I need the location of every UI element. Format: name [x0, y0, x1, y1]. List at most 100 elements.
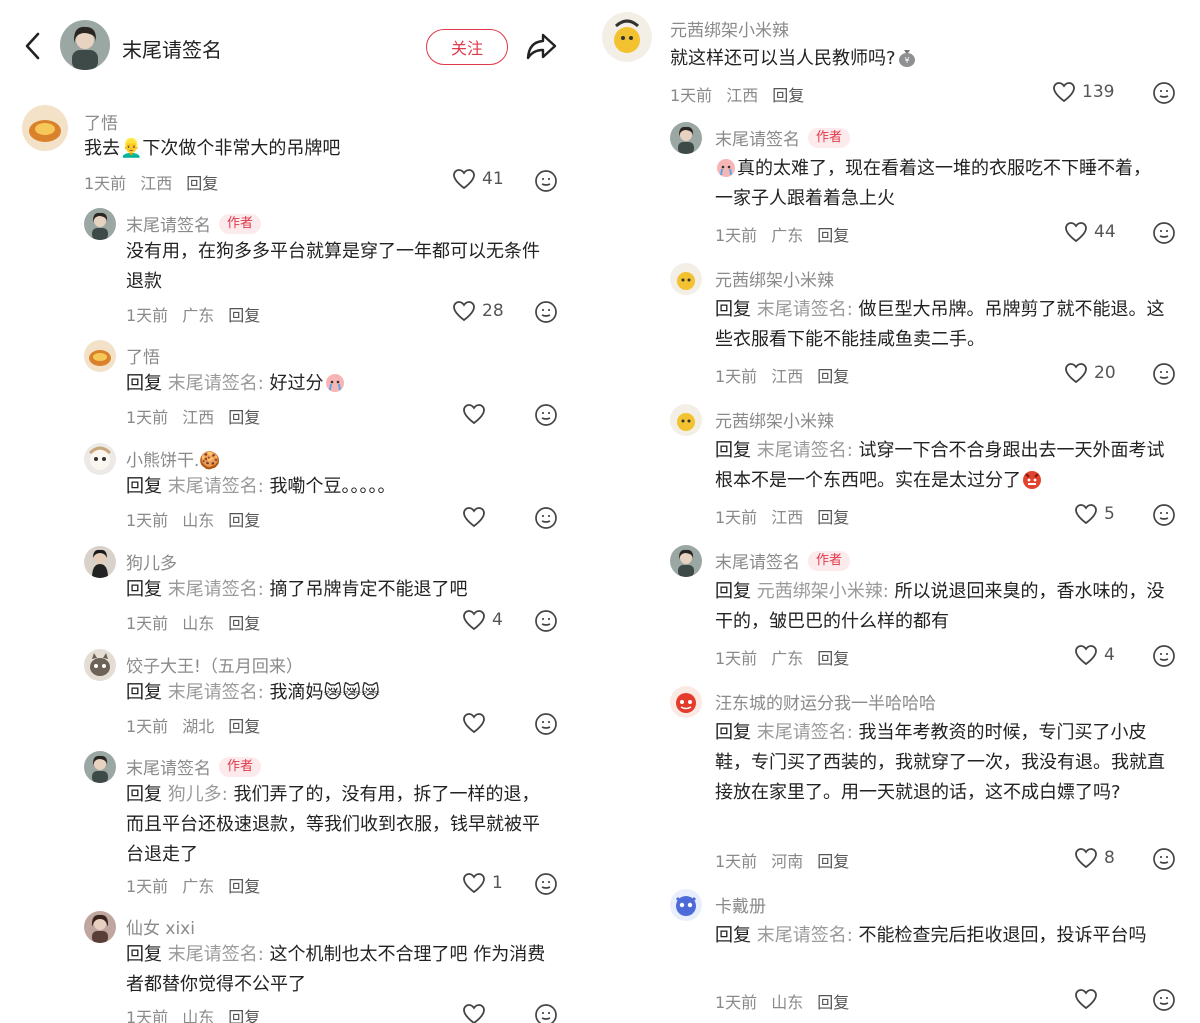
like-button[interactable] [462, 403, 492, 425]
avatar[interactable] [670, 545, 702, 577]
follow-button[interactable]: 关注 [426, 29, 508, 65]
comment-meta: 1天前 山东 回复 [715, 993, 850, 1012]
avatar[interactable] [670, 263, 702, 295]
like-button[interactable]: 28 [452, 300, 504, 322]
reply-button[interactable]: 回复 [228, 1008, 260, 1023]
like-button[interactable]: 4 [462, 609, 503, 631]
like-button[interactable]: 8 [1074, 847, 1115, 869]
reply-button[interactable]: 回复 [228, 408, 260, 427]
emoji-react-button[interactable] [1152, 362, 1176, 386]
emoji-react-button[interactable] [534, 712, 558, 736]
avatar[interactable] [84, 443, 116, 475]
face-icon [1153, 989, 1175, 1011]
share-button[interactable] [524, 30, 558, 62]
emoji-react-button[interactable] [534, 609, 558, 633]
comment-author[interactable]: 末尾请签名 作者 [126, 754, 262, 779]
like-button[interactable] [462, 506, 492, 528]
like-button[interactable]: 5 [1074, 503, 1115, 525]
comment-author[interactable]: 仙女 xixi [126, 914, 195, 939]
reply-button[interactable]: 回复 [817, 367, 849, 386]
comment-author[interactable]: 末尾请签名 作者 [126, 211, 262, 236]
comment-meta: 1天前 山东 回复 [126, 614, 261, 633]
emoji-react-button[interactable] [1152, 503, 1176, 527]
comment-author[interactable]: 元茜绑架小米辣 [715, 266, 834, 291]
comment-text: 没有用，在狗多多平台就算是穿了一年都可以无条件退款 [126, 241, 540, 292]
avatar[interactable] [60, 20, 110, 70]
like-button[interactable]: 139 [1052, 81, 1114, 103]
right-panel: 元茜绑架小米辣 就这样还可以当人民教师吗? ¥ 1天前 江西 回复 139 末尾请签名… [590, 0, 1200, 1023]
comment-text: 回复 末尾请签名: 我滴妈😿😿😿 [126, 682, 380, 703]
heart-icon [1053, 82, 1075, 103]
avatar[interactable] [84, 208, 116, 240]
reply-button[interactable]: 回复 [817, 226, 849, 245]
like-button[interactable]: 41 [452, 168, 504, 190]
avatar[interactable] [84, 649, 116, 681]
reply-button[interactable]: 回复 [228, 717, 260, 736]
avatar[interactable] [670, 686, 702, 718]
avatar[interactable] [670, 122, 702, 154]
comment-text: 真的太难了，现在看着这一堆的衣服吃不下睡不着，一家子人跟着着急上火 [715, 158, 1151, 209]
avatar[interactable] [670, 404, 702, 436]
avatar[interactable] [602, 12, 652, 62]
like-button[interactable]: 44 [1064, 221, 1116, 243]
reply-button[interactable]: 回复 [772, 86, 804, 105]
reply-button[interactable]: 回复 [817, 649, 849, 668]
like-button[interactable] [462, 712, 492, 734]
comment-author[interactable]: 元茜绑架小米辣 [670, 16, 789, 41]
reply-button[interactable]: 回复 [817, 852, 849, 871]
reply-button[interactable]: 回复 [228, 877, 260, 896]
comment-text: 回复 末尾请签名: 好过分 [126, 369, 556, 399]
comment-meta: 1天前 广东 回复 [715, 226, 850, 245]
emoji-react-button[interactable] [534, 872, 558, 896]
emoji-react-button[interactable] [534, 1003, 558, 1023]
author-badge: 作者 [808, 127, 851, 148]
comment-meta: 1天前 江西 回复 [670, 86, 805, 105]
avatar[interactable] [84, 751, 116, 783]
comment-author[interactable]: 元茜绑架小米辣 [715, 407, 834, 432]
reply-button[interactable]: 回复 [817, 508, 849, 527]
comment-author[interactable]: 汪东城的财运分我一半哈哈哈 [715, 689, 936, 714]
comment-text: 回复 末尾请签名: 做巨型大吊牌。吊牌剪了就不能退。这些衣服看下能不能挂咸鱼卖二… [715, 299, 1165, 350]
face-icon [535, 170, 557, 192]
comment-meta: 1天前 山东 回复 [126, 1004, 274, 1023]
reply-button[interactable]: 回复 [228, 306, 260, 325]
emoji-react-button[interactable] [534, 506, 558, 530]
comment-author[interactable]: 卡戴册 [715, 892, 766, 917]
comment-author[interactable]: 饺子大王!（五月回来） [126, 652, 303, 677]
heart-icon [1075, 989, 1097, 1010]
emoji-react-button[interactable] [1152, 988, 1176, 1012]
like-button[interactable] [1074, 988, 1104, 1010]
comment-author[interactable]: 了悟 [126, 343, 160, 368]
like-button[interactable] [462, 1003, 492, 1023]
reply-button[interactable]: 回复 [228, 511, 260, 530]
reply-button[interactable]: 回复 [228, 614, 260, 633]
comment-author[interactable]: 狗儿多 [126, 549, 177, 574]
avatar[interactable] [22, 105, 68, 151]
reply-button[interactable]: 回复 [186, 174, 218, 193]
emoji-react-button[interactable] [1152, 221, 1176, 245]
avatar[interactable] [84, 546, 116, 578]
like-button[interactable]: 1 [462, 872, 503, 894]
author-badge: 作者 [219, 756, 262, 777]
like-button[interactable]: 4 [1074, 644, 1115, 666]
avatar[interactable] [84, 911, 116, 943]
comment-text: 回复 末尾请签名: 我当年考教资的时候，专门买了小皮鞋，专门买了西装的，我就穿了… [715, 722, 1165, 803]
emoji-react-button[interactable] [534, 169, 558, 193]
face-icon [1153, 222, 1175, 244]
avatar[interactable] [84, 340, 116, 372]
emoji-react-button[interactable] [534, 403, 558, 427]
comment-meta: 1天前 广东 回复 [715, 649, 850, 668]
avatar[interactable] [670, 889, 702, 921]
emoji-react-button[interactable] [1152, 81, 1176, 105]
comment-author[interactable]: 了悟 [84, 109, 118, 134]
comment-author[interactable]: 小熊饼干.🍪 [126, 446, 221, 471]
like-button[interactable]: 20 [1064, 362, 1116, 384]
emoji-react-button[interactable] [1152, 644, 1176, 668]
reply-button[interactable]: 回复 [817, 993, 849, 1012]
emoji-react-button[interactable] [1152, 847, 1176, 871]
comment-author[interactable]: 末尾请签名 作者 [715, 125, 851, 150]
emoji-react-button[interactable] [534, 300, 558, 324]
face-icon [535, 713, 557, 735]
back-button[interactable] [20, 30, 48, 62]
comment-author[interactable]: 末尾请签名 作者 [715, 548, 851, 573]
